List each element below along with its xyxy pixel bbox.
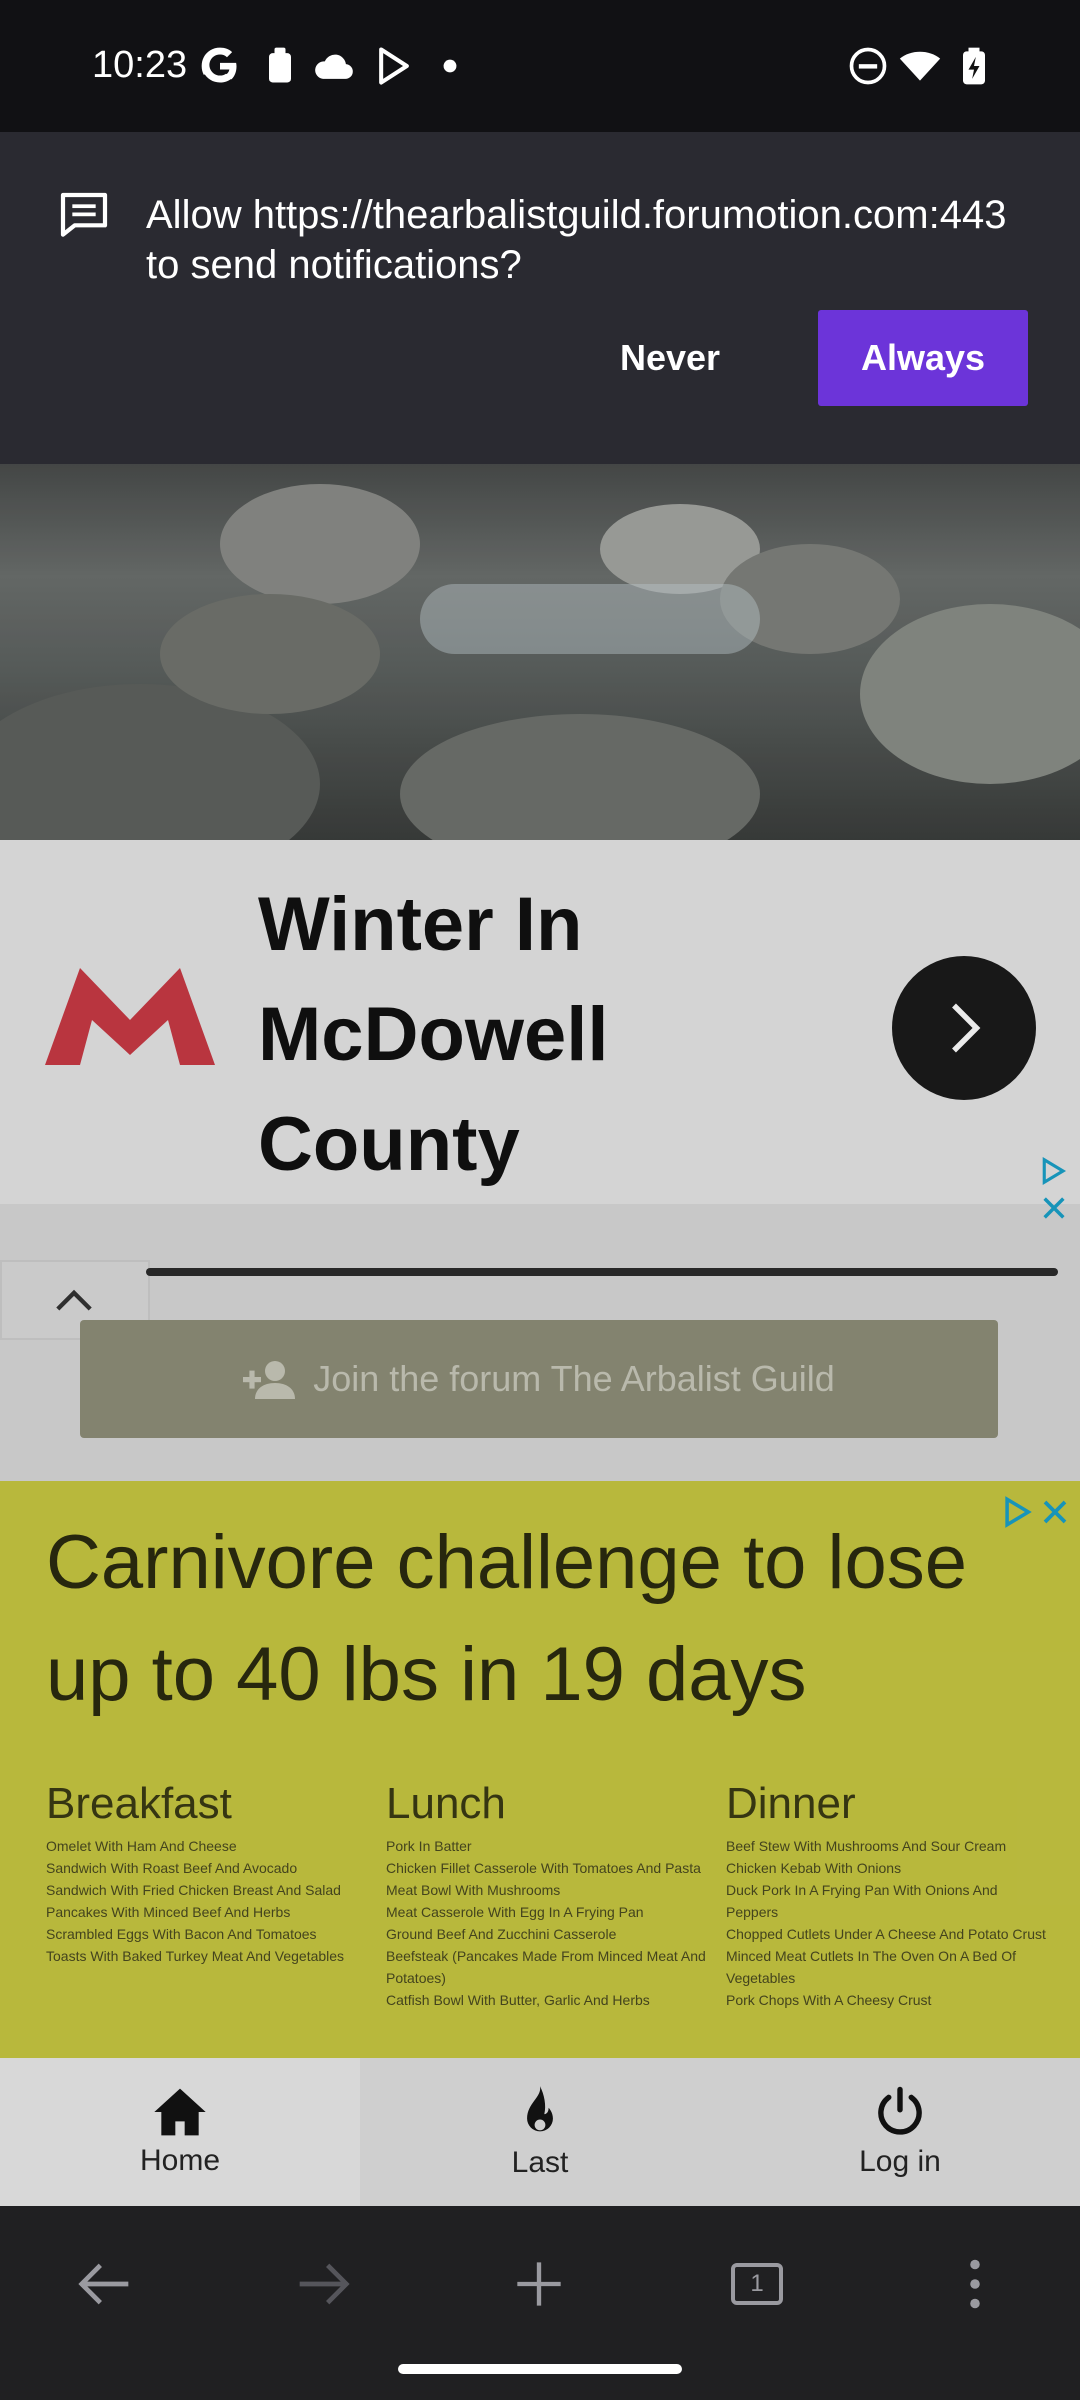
chevron-up-icon [56,1289,92,1311]
menu-column-lunch: Lunch Pork In Batter Chicken Fillet Cass… [386,1779,706,2011]
menu-line: Chopped Cutlets Under A Cheese And Potat… [726,1926,1046,1942]
menu-line: Pancakes With Minced Beef And Herbs [46,1904,291,1920]
join-forum-label: Join the forum The Arbalist Guild [313,1358,835,1399]
new-tab-plus-icon [517,2262,561,2306]
menu-line: Scrambled Eggs With Bacon And Tomatoes [46,1926,317,1942]
menu-line: Sandwich With Fried Chicken Breast And S… [46,1882,341,1898]
menu-line: Pork In Batter [386,1838,472,1854]
nav-home-label: Home [139,2144,221,2177]
overflow-menu-icon [970,2259,980,2309]
back-button[interactable] [60,2244,150,2324]
menu-line: Meat Bowl With Mushrooms [386,1882,561,1898]
status-time: 10:23 [92,44,188,86]
menu-line: Pork Chops With A Cheesy Crust [726,1992,932,2008]
cloud-icon [315,54,353,79]
stream-photo [0,464,1080,840]
tab-counter-button[interactable]: 1 [712,2244,802,2324]
red-m-logo-icon [45,968,215,1065]
wifi-icon [899,51,941,81]
notification-message: Allow https://thearbalistguild.forumotio… [146,193,1007,287]
new-tab-button[interactable] [494,2244,584,2324]
flame-icon [527,2086,553,2132]
never-button[interactable]: Never [588,310,752,406]
back-arrow-icon [78,2263,129,2305]
always-button[interactable]: Always [818,310,1028,406]
menu-line: Minced Meat Cutlets In The Oven On A Bed… [726,1948,1017,1986]
menu-line: Meat Casserole With Egg In A Frying Pan [386,1904,644,1920]
join-forum-button[interactable]: Join the forum The Arbalist Guild [80,1320,998,1438]
ad-choices-icon[interactable] [1038,1156,1068,1186]
overflow-menu-button[interactable] [930,2244,1020,2324]
menu-line: Beef Stew With Mushrooms And Sour Cream [726,1838,1007,1854]
carnivore-ad[interactable]: Carnivore challenge to lose up to 40 lbs… [0,1481,1080,2058]
dot-icon [443,59,457,73]
tab-count: 1 [750,2270,764,2297]
nav-login[interactable]: Log in [720,2058,1080,2206]
nav-last[interactable]: Last [360,2058,720,2206]
notification-permission-prompt: Allow https://thearbalistguild.forumotio… [0,132,1080,464]
menu-line: Ground Beef And Zucchini Casserole [386,1926,617,1942]
menu-line: Beefsteak (Pancakes Made From Minced Mea… [386,1948,706,1986]
forum-bottom-nav: Home Last Log in [0,2058,1080,2206]
ad-next-button[interactable] [892,956,1036,1100]
nav-login-label: Log in [859,2145,941,2178]
menu-line: Omelet With Ham And Cheese [46,1838,237,1854]
menu-line: Duck Pork In A Frying Pan With Onions An… [726,1882,998,1920]
clipboard-icon [269,47,291,83]
forward-button[interactable] [278,2244,368,2324]
menu-line: Sandwich With Roast Beef And Avocado [46,1860,298,1876]
ad-headline: Carnivore challenge to lose up to 40 lbs… [46,1520,967,1717]
chevron-right-icon [952,1003,981,1053]
menu-column-breakfast: Breakfast Omelet With Ham And Cheese San… [46,1779,366,1967]
ad-close-icon[interactable] [1040,1194,1068,1222]
menu-line: Catfish Bowl With Butter, Garlic And Her… [386,1992,650,2008]
battery-icon [963,47,985,85]
home-indicator[interactable] [398,2364,682,2374]
home-icon [154,2088,206,2136]
power-icon [878,2086,922,2135]
menu-column-title: Breakfast [46,1779,232,1828]
menu-line: Toasts With Baked Turkey Meat And Vegeta… [46,1948,345,1964]
forward-arrow-icon [299,2263,350,2305]
menu-line: Chicken Fillet Casserole With Tomatoes A… [386,1860,701,1876]
nav-last-label: Last [511,2146,569,2179]
ad-title: Winter In McDowell County [258,882,609,1187]
add-user-icon [243,1361,296,1399]
menu-column-title: Dinner [726,1779,856,1828]
menu-line: Chicken Kebab With Onions [726,1860,902,1876]
menu-column-dinner: Dinner Beef Stew With Mushrooms And Sour… [726,1779,1046,2011]
ad-banner[interactable]: Winter In McDowell County [0,840,1080,1219]
web-page-content: Winter In McDowell County Join the forum… [0,464,1080,2058]
play-store-icon [379,47,409,85]
nav-home[interactable]: Home [0,2058,360,2206]
do-not-disturb-icon [849,47,887,85]
status-bar: 10:23 [0,0,1080,132]
menu-column-title: Lunch [386,1779,506,1828]
google-icon [201,47,237,83]
ad-divider-bar [146,1268,1058,1276]
message-icon [60,192,108,237]
